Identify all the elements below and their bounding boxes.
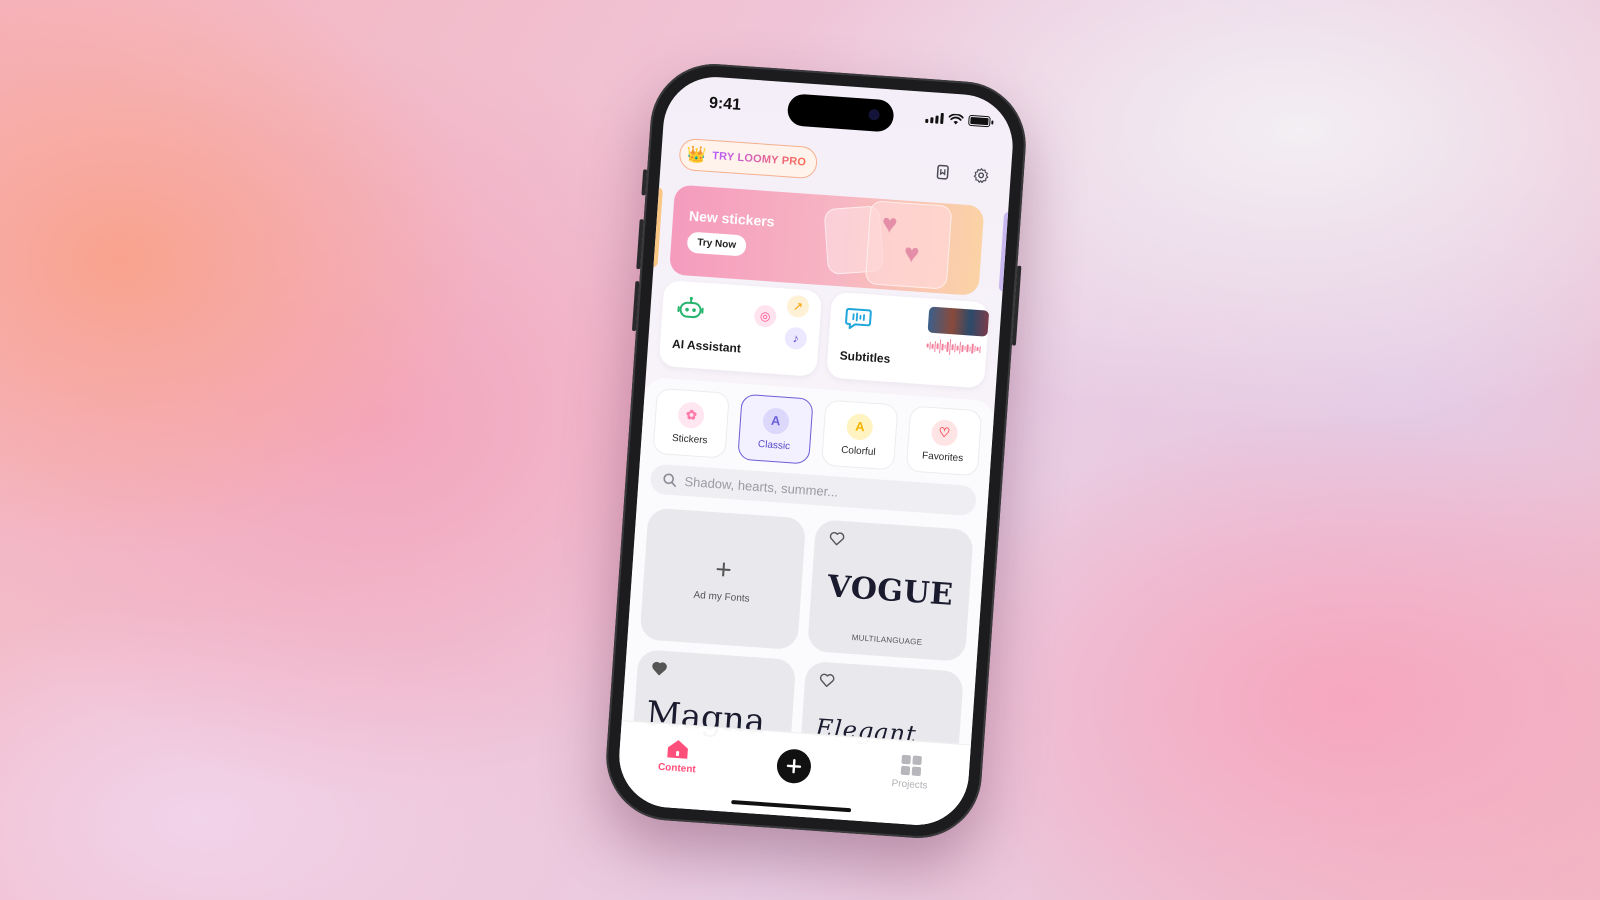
banner-next-peek[interactable] xyxy=(998,211,1015,293)
try-now-button[interactable]: Try Now xyxy=(686,231,747,257)
robot-icon xyxy=(677,296,704,319)
action-button xyxy=(641,169,648,196)
tiktok-icon: ♪ xyxy=(784,326,808,351)
grid-icon xyxy=(900,754,922,777)
status-time: 9:41 xyxy=(708,94,742,114)
banner-title: New stickers xyxy=(688,207,776,230)
battery-icon xyxy=(968,114,991,128)
top-bar: 👑 TRY LOOMY PRO xyxy=(678,137,992,193)
category-label: Colorful xyxy=(840,444,876,458)
chart-icon: ↗ xyxy=(786,294,810,319)
tab-create[interactable] xyxy=(758,745,830,786)
heart-outline-icon[interactable] xyxy=(828,530,845,547)
home-icon xyxy=(667,740,689,759)
try-pro-label: TRY LOOMY PRO xyxy=(711,150,807,169)
font-caption-multilanguage: MULTILANGUAGE xyxy=(851,632,923,647)
volume-up-button xyxy=(636,219,644,270)
feature-row: ◎ ↗ ♪ AI Assistant Subtitles xyxy=(658,280,990,389)
dynamic-island xyxy=(786,93,895,133)
cellular-signal-icon xyxy=(925,112,944,125)
letter-a-icon: A xyxy=(761,406,790,435)
heart-outline-icon[interactable] xyxy=(818,672,835,689)
banner-carousel[interactable]: New stickers Try Now ♥ ♥ xyxy=(647,183,1015,297)
ai-assistant-card[interactable]: ◎ ↗ ♪ AI Assistant xyxy=(658,280,823,377)
sticker-icon: ✿ xyxy=(677,400,706,429)
banner-prev-peek[interactable] xyxy=(647,186,663,268)
subtitles-label: Subtitles xyxy=(839,348,891,366)
tab-content[interactable]: Content xyxy=(642,737,714,777)
tab-projects[interactable]: Projects xyxy=(874,753,946,793)
font-card-vogue[interactable]: VOGUE MULTILANGUAGE xyxy=(807,519,974,662)
letter-a-icon: A xyxy=(846,412,874,441)
plus-icon xyxy=(786,759,802,774)
category-stickers[interactable]: ✿ Stickers xyxy=(652,387,730,459)
ai-assistant-label: AI Assistant xyxy=(671,336,742,356)
category-classic[interactable]: A Classic xyxy=(736,393,814,465)
top-icons xyxy=(932,161,991,185)
add-my-fonts-card[interactable]: + Ad my Fonts xyxy=(639,507,807,651)
phone-screen: 9:41 👑 TRY LOOMY PRO New stickers Try No… xyxy=(615,73,1017,829)
heart-filled-icon[interactable] xyxy=(651,660,668,677)
video-thumbnail xyxy=(927,306,990,337)
tab-label: Content xyxy=(657,761,697,776)
font-sample-vogue: VOGUE xyxy=(826,568,955,613)
category-label: Stickers xyxy=(671,432,708,446)
add-my-fonts-label: Ad my Fonts xyxy=(693,589,750,605)
subtitles-card[interactable]: Subtitles xyxy=(826,291,990,389)
status-bar: 9:41 xyxy=(663,74,1016,148)
search-icon xyxy=(662,472,677,488)
tab-label: Projects xyxy=(891,778,928,792)
wifi-icon xyxy=(948,113,964,125)
crown-icon: 👑 xyxy=(685,146,707,165)
heart-sticker-icon: ♥ xyxy=(903,237,921,269)
plus-icon: + xyxy=(714,552,733,585)
status-icons xyxy=(925,112,991,128)
heart-sticker-icon: ♥ xyxy=(881,208,899,240)
audio-waveform xyxy=(926,336,987,358)
bookmark-icon[interactable] xyxy=(932,161,953,182)
gear-icon[interactable] xyxy=(970,164,991,185)
home-indicator xyxy=(731,799,852,813)
category-tabs: ✿ Stickers A Classic A Colorful ♡ Favori… xyxy=(652,387,983,477)
speech-bubble-icon xyxy=(845,307,872,330)
category-label: Favorites xyxy=(921,449,964,464)
sticker-preview-card: ♥ ♥ xyxy=(864,200,953,290)
category-label: Classic xyxy=(757,438,791,452)
search-input[interactable] xyxy=(684,473,925,506)
heart-icon: ♡ xyxy=(930,418,959,447)
phone-frame: 9:41 👑 TRY LOOMY PRO New stickers Try No… xyxy=(602,59,1030,843)
power-button xyxy=(1011,265,1022,346)
try-pro-button[interactable]: 👑 TRY LOOMY PRO xyxy=(678,137,819,180)
category-colorful[interactable]: A Colorful xyxy=(821,399,898,471)
create-plus-button[interactable] xyxy=(775,748,813,785)
category-favorites[interactable]: ♡ Favorites xyxy=(905,405,983,477)
instagram-icon: ◎ xyxy=(753,304,778,328)
new-stickers-banner[interactable]: New stickers Try Now ♥ ♥ xyxy=(668,184,985,296)
volume-down-button xyxy=(631,280,640,332)
